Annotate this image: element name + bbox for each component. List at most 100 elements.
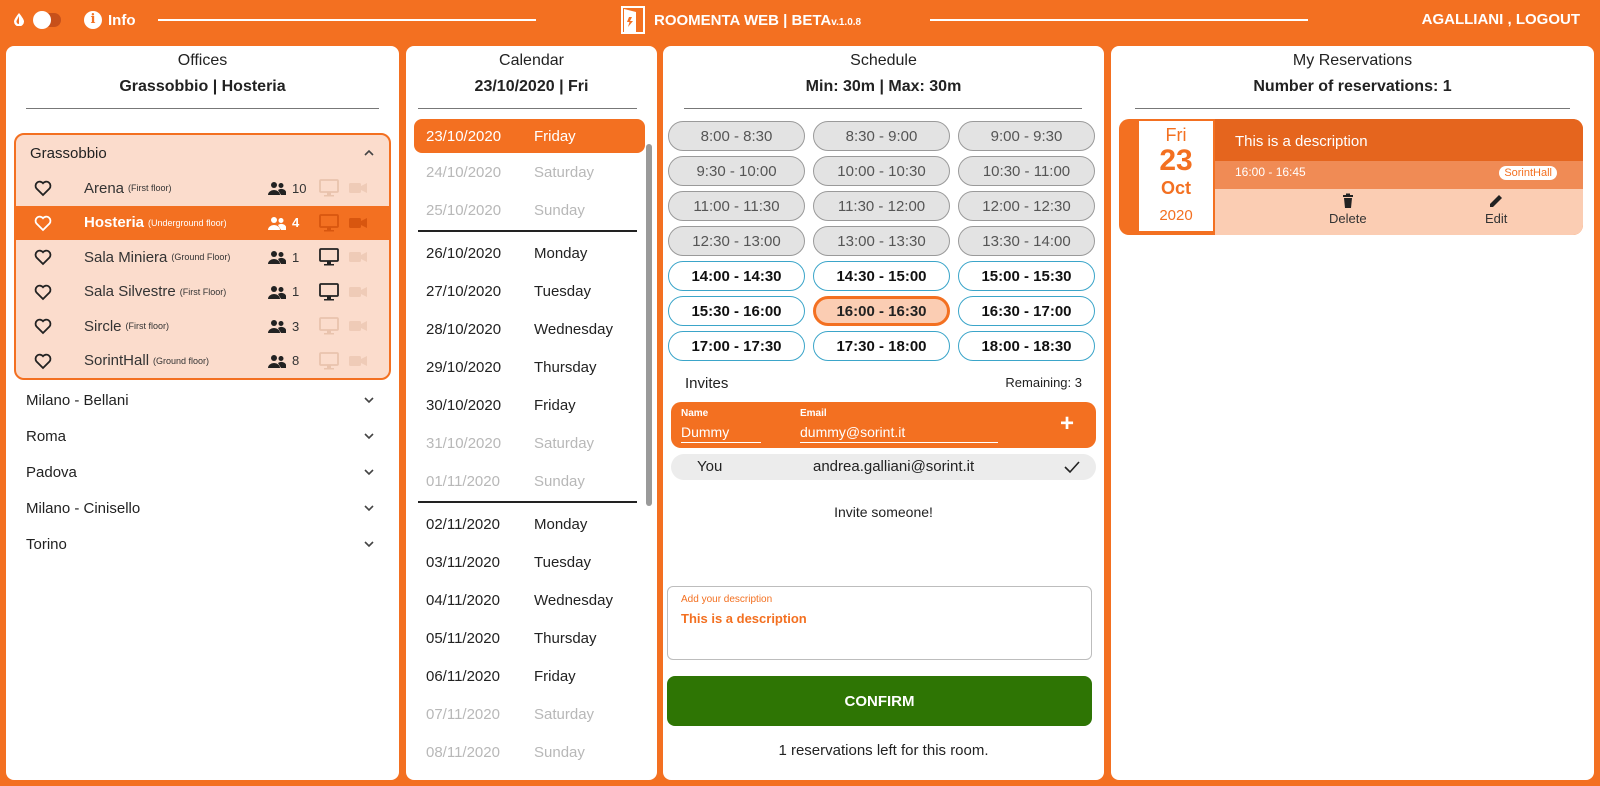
chevron-down-icon[interactable]: [363, 502, 375, 514]
calendar-day[interactable]: 26/10/2020 Monday: [406, 234, 657, 272]
offices-subtitle: Grassobbio | Hosteria: [119, 78, 286, 95]
favorite-heart-icon[interactable]: [34, 317, 52, 335]
calendar-day-name: Saturday: [534, 434, 595, 452]
schedule-title: Schedule: [850, 52, 917, 69]
calendar-day-date: 06/11/2020: [426, 667, 500, 685]
calendar-day[interactable]: 01/11/2020 Sunday: [406, 462, 657, 500]
calendar-day[interactable]: 07/11/2020 Saturday: [406, 695, 657, 733]
room-name: Sala Silvestre: [84, 283, 176, 301]
room-item[interactable]: Sala Silvestre (First Floor) 1: [16, 275, 389, 310]
time-slot[interactable]: 17:30 - 18:00: [813, 331, 950, 361]
time-slot[interactable]: 9:00 - 9:30: [958, 121, 1095, 151]
office-group[interactable]: Milano - Bellani: [6, 382, 399, 418]
top-bar: i Info ROOMENTA WEB | BETAv.1.0.8 AGALLI…: [0, 0, 1600, 40]
room-item[interactable]: Sircle (First floor) 3: [16, 309, 389, 344]
calendar-day[interactable]: 27/10/2020 Tuesday: [406, 272, 657, 310]
calendar-day[interactable]: 23/10/2020 Friday: [414, 119, 645, 153]
calendar-scrollbar[interactable]: [646, 144, 652, 506]
time-slot[interactable]: 10:30 - 11:00: [958, 156, 1095, 186]
time-slot[interactable]: 10:00 - 10:30: [813, 156, 950, 186]
calendar-day[interactable]: 29/10/2020 Thursday: [406, 348, 657, 386]
office-group[interactable]: Padova: [6, 454, 399, 490]
invite-email-input[interactable]: dummy@sorint.it: [800, 424, 998, 443]
calendar-day-date: 26/10/2020: [426, 244, 502, 262]
time-slot[interactable]: 12:00 - 12:30: [958, 191, 1095, 221]
description-label: Add your description: [681, 594, 773, 605]
confirm-button[interactable]: CONFIRM: [667, 676, 1092, 726]
time-slot[interactable]: 16:00 - 16:30: [813, 296, 950, 326]
office-group-header[interactable]: Grassobbio: [16, 135, 389, 171]
logout-link[interactable]: LOGOUT: [1516, 11, 1580, 28]
office-group[interactable]: Milano - Cinisello: [6, 490, 399, 526]
calendar-day-date: 31/10/2020: [426, 434, 502, 452]
theme-toggle[interactable]: [33, 11, 61, 29]
calendar-day-name: Saturday: [534, 163, 595, 181]
room-capacity-value: 4: [292, 215, 300, 231]
room-item[interactable]: Sala Miniera (Ground Floor) 1: [16, 240, 389, 275]
time-slot[interactable]: 16:30 - 17:00: [958, 296, 1095, 326]
time-slot[interactable]: 8:30 - 9:00: [813, 121, 950, 151]
chevron-down-icon[interactable]: [363, 466, 375, 478]
calendar-day[interactable]: 08/11/2020 Sunday: [406, 733, 657, 771]
edit-button[interactable]: Edit: [1485, 193, 1507, 226]
room-capacity: 8: [268, 353, 299, 368]
favorite-heart-icon[interactable]: [34, 179, 52, 197]
calendar-day[interactable]: 02/11/2020 Monday: [406, 505, 657, 543]
calendar-day[interactable]: 31/10/2020 Saturday: [406, 424, 657, 462]
room-item[interactable]: Hosteria (Underground floor) 4: [16, 205, 389, 240]
camera-icon: [349, 286, 367, 297]
calendar-day[interactable]: 24/10/2020 Saturday: [406, 153, 657, 191]
time-slot[interactable]: 14:30 - 15:00: [813, 261, 950, 291]
calendar-day-name: Friday: [534, 667, 576, 685]
favorite-heart-icon[interactable]: [34, 283, 52, 301]
time-slot[interactable]: 18:00 - 18:30: [958, 331, 1095, 361]
favorite-heart-icon[interactable]: [34, 248, 52, 266]
calendar-day[interactable]: 30/10/2020 Friday: [406, 386, 657, 424]
description-field[interactable]: Add your description This is a descripti…: [667, 586, 1092, 660]
time-slot[interactable]: 14:00 - 14:30: [668, 261, 805, 291]
reservation-actions: Delete Edit: [1215, 189, 1583, 235]
invite-name-input[interactable]: Dummy: [681, 424, 761, 443]
time-slot[interactable]: 11:30 - 12:00: [813, 191, 950, 221]
invite-name-label: Name: [681, 408, 709, 419]
chevron-down-icon[interactable]: [363, 538, 375, 550]
calendar-day[interactable]: 25/10/2020 Sunday: [406, 191, 657, 229]
chevron-up-icon[interactable]: [363, 147, 375, 159]
reservation-card[interactable]: Fri 23 Oct 2020 This is a description 16…: [1119, 119, 1583, 235]
door-logo-icon: [621, 6, 645, 34]
add-invite-button[interactable]: +: [1060, 412, 1074, 436]
description-input[interactable]: This is a description: [681, 611, 807, 626]
calendar-day-name: Tuesday: [534, 553, 591, 571]
calendar-day[interactable]: 05/11/2020 Thursday: [406, 619, 657, 657]
calendar-day[interactable]: 28/10/2020 Wednesday: [406, 310, 657, 348]
room-item[interactable]: SorintHall (Ground floor) 8: [16, 344, 389, 379]
office-group[interactable]: Torino: [6, 526, 399, 562]
room-item[interactable]: Arena (First floor) 10: [16, 171, 389, 206]
time-slot[interactable]: 8:00 - 8:30: [668, 121, 805, 151]
room-capacity: 10: [268, 181, 306, 196]
calendar-day[interactable]: 03/11/2020 Tuesday: [406, 543, 657, 581]
calendar-day-date: 24/10/2020: [426, 163, 502, 181]
time-slot[interactable]: 17:00 - 17:30: [668, 331, 805, 361]
office-group[interactable]: Roma: [6, 418, 399, 454]
office-group-name: Milano - Bellani: [26, 391, 129, 409]
favorite-heart-icon[interactable]: [34, 214, 52, 232]
time-slot[interactable]: 11:00 - 11:30: [668, 191, 805, 221]
chevron-down-icon[interactable]: [363, 430, 375, 442]
reservation-time: 16:00 - 16:45: [1235, 165, 1306, 179]
time-slot[interactable]: 13:30 - 14:00: [958, 226, 1095, 256]
time-slot[interactable]: 9:30 - 10:00: [668, 156, 805, 186]
calendar-day-name: Friday: [534, 127, 576, 145]
calendar-day[interactable]: 04/11/2020 Wednesday: [406, 581, 657, 619]
delete-button[interactable]: Delete: [1329, 193, 1367, 226]
time-slot[interactable]: 15:00 - 15:30: [958, 261, 1095, 291]
chevron-down-icon[interactable]: [363, 394, 375, 406]
favorite-heart-icon[interactable]: [34, 352, 52, 370]
calendar-day[interactable]: 06/11/2020 Friday: [406, 657, 657, 695]
calendar-day-date: 03/11/2020: [426, 553, 500, 571]
info-button[interactable]: i Info: [84, 11, 136, 29]
time-slot[interactable]: 12:30 - 13:00: [668, 226, 805, 256]
time-slot[interactable]: 15:30 - 16:00: [668, 296, 805, 326]
office-group-name: Torino: [26, 535, 67, 553]
time-slot[interactable]: 13:00 - 13:30: [813, 226, 950, 256]
